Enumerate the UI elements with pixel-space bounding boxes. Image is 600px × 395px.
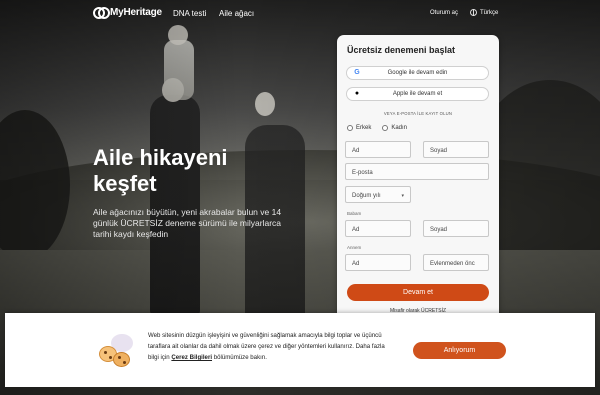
myheritage-logo-icon [93,6,110,19]
google-button-label: Google ile devam edin [387,70,448,76]
gender-male-radio[interactable]: Erkek [347,125,371,131]
logo-text: MyHeritage [110,6,162,18]
gender-female-label: Kadın [391,125,408,131]
top-header: MyHeritage DNA testi Aile ağacı Oturum a… [0,0,600,26]
mother-first-name-field[interactable]: Ad [345,254,411,271]
signup-card: Ücretsiz denemeni başlat G Google ile de… [337,35,499,325]
nav-family-tree[interactable]: Aile ağacı [219,9,254,18]
accept-cookies-button[interactable]: Anlıyorum [413,342,506,359]
mother-label: Annem [347,245,362,250]
signin-link[interactable]: Oturum aç [430,10,458,16]
cookie-info-link[interactable]: Çerez Bilgileri [171,354,212,361]
email-field[interactable]: E-posta [345,163,489,180]
gender-male-label: Erkek [356,125,372,131]
language-label: Türkçe [480,9,499,16]
language-selector[interactable]: Türkçe [470,9,498,16]
apple-button-label: Apple ile devam et [392,91,443,97]
signup-title: Ücretsiz denemeni başlat [347,45,456,55]
gender-female-radio[interactable]: Kadın [382,125,407,131]
birth-year-select[interactable]: Doğum yılı ▾ [345,186,411,203]
radio-circle [382,125,389,131]
mother-maiden-name-field[interactable]: Evlenmeden önc [423,254,489,271]
chevron-down-icon: ▾ [401,193,404,199]
cookie-text-part: bölümümüze bakın. [212,354,267,361]
first-name-field[interactable]: Ad [345,141,411,158]
google-icon: G [354,69,360,76]
globe-icon [470,9,477,16]
cookie-message: Web sitesinin düzgün işleyişini ve güven… [148,330,393,363]
father-first-name-field[interactable]: Ad [345,220,411,237]
hero-title: Aile hikayeni keşfet [93,145,228,196]
logo[interactable]: MyHeritage [93,6,162,19]
cookie-banner: Web sitesinin düzgün işleyişini ve güven… [5,313,595,387]
father-label: Babam [347,211,362,216]
hero-subtitle: Aile ağacınızı büyütün, yeni akrabalar b… [93,207,282,239]
gender-radio-group: Erkek Kadın [347,125,407,131]
email-divider: VEYA E-POSTA İLE KAYIT OLUN [383,111,453,116]
continue-button[interactable]: Devam et [347,284,489,301]
birth-year-value: Doğum yılı [352,193,381,199]
radio-circle [347,125,353,131]
nav-dna-test[interactable]: DNA testi [173,9,206,18]
apple-signin-button[interactable]: ● Apple ile devam et [346,87,489,101]
father-last-name-field[interactable]: Soyad [423,220,489,237]
cookie-illustration-icon [97,334,137,372]
last-name-field[interactable]: Soyad [423,141,489,158]
google-signin-button[interactable]: G Google ile devam edin [346,66,489,80]
apple-icon: ● [354,90,360,97]
